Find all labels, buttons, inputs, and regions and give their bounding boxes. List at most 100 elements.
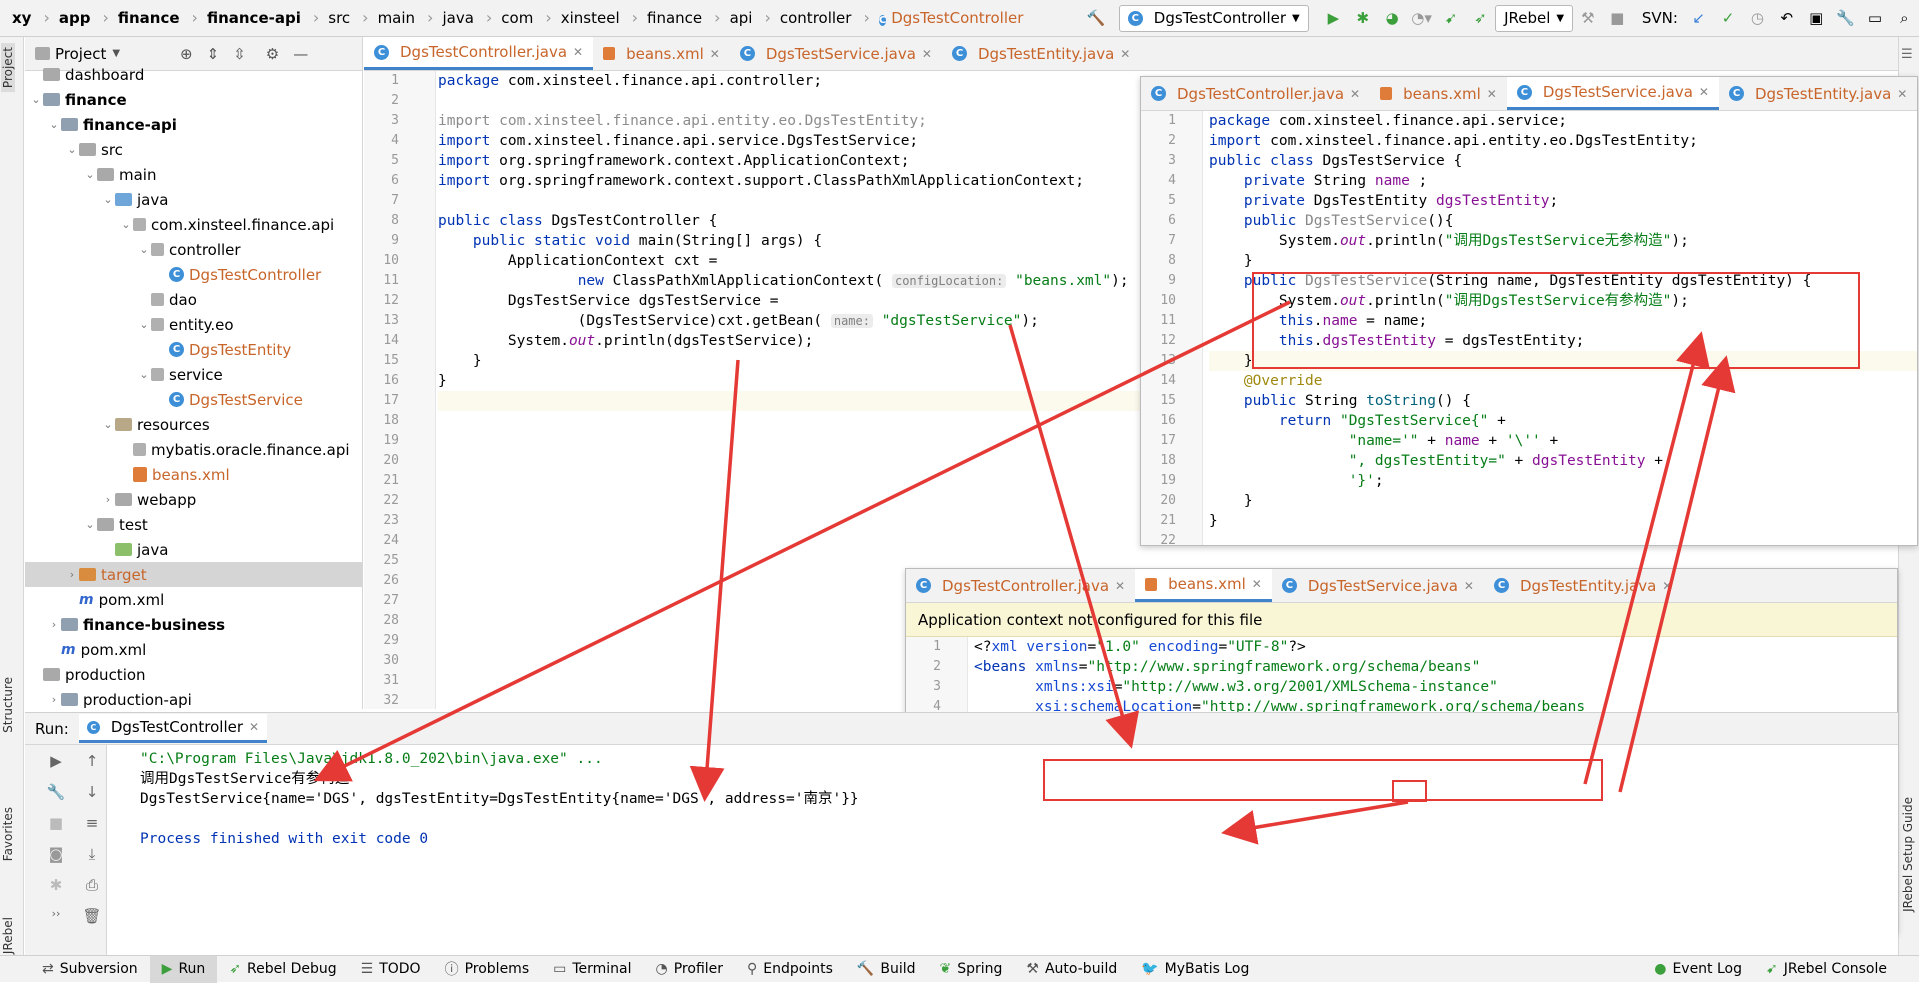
chevron-right-icon[interactable]: › xyxy=(65,568,79,581)
locate-icon[interactable]: ⊕ xyxy=(180,45,193,63)
presentation-icon[interactable]: ▭ xyxy=(1862,5,1887,31)
bottom-tab[interactable]: ◔ Profiler xyxy=(644,961,736,977)
hammer-disabled-icon[interactable]: ⚒ xyxy=(1575,5,1600,31)
breadcrumb-item[interactable]: main xyxy=(378,9,415,27)
editor-tab[interactable]: beans.xml ✕ xyxy=(1370,77,1507,110)
chevron-right-icon[interactable]: › xyxy=(101,493,115,506)
tree-item[interactable]: › production-api xyxy=(25,687,362,709)
bottom-tab[interactable]: ❦ Spring xyxy=(928,961,1015,977)
structure-tool-tab[interactable]: Structure xyxy=(1,677,15,733)
chevron-down-icon[interactable]: ⌄ xyxy=(101,193,115,206)
chevron-down-icon[interactable]: ⌄ xyxy=(83,518,97,531)
jrebel-tool-tab[interactable]: JRebel xyxy=(1,917,15,954)
close-icon[interactable]: ✕ xyxy=(922,47,932,61)
rerun-icon[interactable]: ▶ xyxy=(43,752,69,776)
tree-item[interactable]: ⌄ finance-api xyxy=(25,112,362,137)
chevron-down-icon[interactable]: ⌄ xyxy=(47,118,61,131)
tree-item[interactable]: C DgsTestEntity xyxy=(25,337,362,362)
chevron-down-icon[interactable]: ⌄ xyxy=(119,218,133,231)
breadcrumb-item[interactable]: xinsteel xyxy=(561,9,620,27)
close-icon[interactable]: ✕ xyxy=(1252,577,1262,591)
close-icon[interactable]: ✕ xyxy=(1487,87,1497,101)
tree-item[interactable]: dao xyxy=(25,287,362,312)
camera-icon[interactable]: ◙ xyxy=(43,845,69,869)
tree-item[interactable]: ⌄ test xyxy=(25,512,362,537)
editor-tab[interactable]: C DgsTestService.java ✕ xyxy=(1506,77,1719,110)
close-icon[interactable]: ✕ xyxy=(710,47,720,61)
svn-commit-icon[interactable]: ✓ xyxy=(1715,5,1740,31)
run-icon[interactable]: ▶ xyxy=(1321,5,1346,31)
tree-item[interactable]: › target xyxy=(25,562,362,587)
editor-tab[interactable]: C DgsTestController.java ✕ xyxy=(364,37,594,70)
project-structure-icon[interactable]: ▣ xyxy=(1804,5,1829,31)
chevron-down-icon[interactable]: ⌄ xyxy=(83,168,97,181)
soft-wrap-icon[interactable]: ≡ xyxy=(79,814,105,838)
search-everywhere-icon[interactable]: ⌕ xyxy=(1892,5,1917,31)
jrebel-setup-guide-tab[interactable]: JRebel Setup Guide xyxy=(1901,797,1915,912)
coverage-icon[interactable]: ◕ xyxy=(1380,5,1405,31)
minimize-icon[interactable]: — xyxy=(293,45,308,63)
tree-item[interactable]: dashboard xyxy=(25,62,362,87)
breadcrumb-item[interactable]: finance xyxy=(647,9,702,27)
scroll-to-end-icon[interactable]: ⤓ xyxy=(79,845,105,869)
tree-item[interactable]: ⌄ src xyxy=(25,137,362,162)
close-icon[interactable]: ✕ xyxy=(1897,87,1907,101)
bottom-tab[interactable]: ● Event Log xyxy=(1642,961,1754,977)
debug-icon[interactable]: ✱ xyxy=(1350,5,1375,31)
editor-tab[interactable]: C DgsTestEntity.java ✕ xyxy=(1719,77,1917,110)
close-icon[interactable]: ✕ xyxy=(573,45,583,59)
tree-item[interactable]: ⌄ com.xinsteel.finance.api xyxy=(25,212,362,237)
tree-item[interactable]: ⌄ finance xyxy=(25,87,362,112)
editor-tab[interactable]: C DgsTestService.java ✕ xyxy=(1272,569,1484,602)
breadcrumb-item[interactable]: finance xyxy=(118,9,180,27)
editor-tab[interactable]: C DgsTestEntity.java ✕ xyxy=(942,37,1140,70)
chevron-down-icon[interactable]: ⌄ xyxy=(29,93,43,106)
run-tab[interactable]: C DgsTestController ✕ xyxy=(78,714,268,743)
breadcrumb-item[interactable]: finance-api xyxy=(207,9,301,27)
chevron-down-icon[interactable]: ⌄ xyxy=(65,143,79,156)
breadcrumb-item[interactable]: java xyxy=(442,9,473,27)
hammer-build-icon[interactable]: 🔨 xyxy=(1083,5,1108,31)
tree-item[interactable]: ⌄ service xyxy=(25,362,362,387)
project-panel-title[interactable]: Project xyxy=(55,45,106,63)
bottom-tab[interactable]: ➹ JRebel Console xyxy=(1754,961,1899,977)
bottom-tab[interactable]: 🐦 MyBatis Log xyxy=(1129,961,1261,977)
close-icon[interactable]: ✕ xyxy=(1115,579,1125,593)
bottom-tab[interactable]: ▶ Run xyxy=(149,955,218,983)
down-arrow-icon[interactable]: ↓ xyxy=(79,783,105,807)
breadcrumb-item[interactable]: com xyxy=(501,9,533,27)
chevron-down-icon[interactable]: ▼ xyxy=(112,48,120,59)
editor-tab[interactable]: C DgsTestController.java ✕ xyxy=(906,569,1135,602)
editor-tab[interactable]: beans.xml ✕ xyxy=(593,37,730,70)
favorites-tool-tab[interactable]: Favorites xyxy=(1,807,15,861)
breadcrumb-item[interactable]: app xyxy=(59,9,91,27)
wrench-icon[interactable]: 🔧 xyxy=(43,783,69,807)
svn-update-icon[interactable]: ↙ xyxy=(1686,5,1711,31)
bottom-tab[interactable]: ⚲ Endpoints xyxy=(735,961,845,977)
tree-item[interactable]: ⌄ controller xyxy=(25,237,362,262)
tree-item[interactable]: java xyxy=(25,537,362,562)
bottom-tab[interactable]: 🔨 Build xyxy=(845,961,928,977)
collapse-all-icon[interactable]: ⇳ xyxy=(233,45,246,63)
rebel-run-icon[interactable]: ➹ xyxy=(1438,5,1463,31)
tree-item[interactable]: › webapp xyxy=(25,487,362,512)
close-icon[interactable]: ✕ xyxy=(1350,87,1360,101)
tree-item[interactable]: ⌄ resources xyxy=(25,412,362,437)
tree-item[interactable]: beans.xml xyxy=(25,462,362,487)
bottom-tab[interactable]: ➶ Rebel Debug xyxy=(217,961,348,977)
tree-item[interactable]: ⌄ java xyxy=(25,187,362,212)
tree-item[interactable]: m pom.xml xyxy=(25,637,362,662)
breadcrumb-current-class[interactable]: DgsTestController xyxy=(891,9,1023,27)
tree-item[interactable]: ⌄ entity.eo xyxy=(25,312,362,337)
breadcrumb-item[interactable]: xy xyxy=(12,9,31,27)
tree-item[interactable]: production xyxy=(25,662,362,687)
rebel-debug-icon[interactable]: ➶ xyxy=(1468,5,1493,31)
project-tool-tab[interactable]: Project xyxy=(1,43,15,93)
close-icon[interactable]: ✕ xyxy=(249,720,259,734)
bottom-tab[interactable]: ▭ Terminal xyxy=(541,961,643,977)
profile-icon[interactable]: ◔▾ xyxy=(1409,5,1434,31)
trash-icon[interactable]: 🗑 xyxy=(79,907,105,931)
tree-item[interactable]: mybatis.oracle.finance.api xyxy=(25,437,362,462)
close-icon[interactable]: ✕ xyxy=(1120,47,1130,61)
debug-settings-icon[interactable]: ✱ xyxy=(43,876,69,900)
